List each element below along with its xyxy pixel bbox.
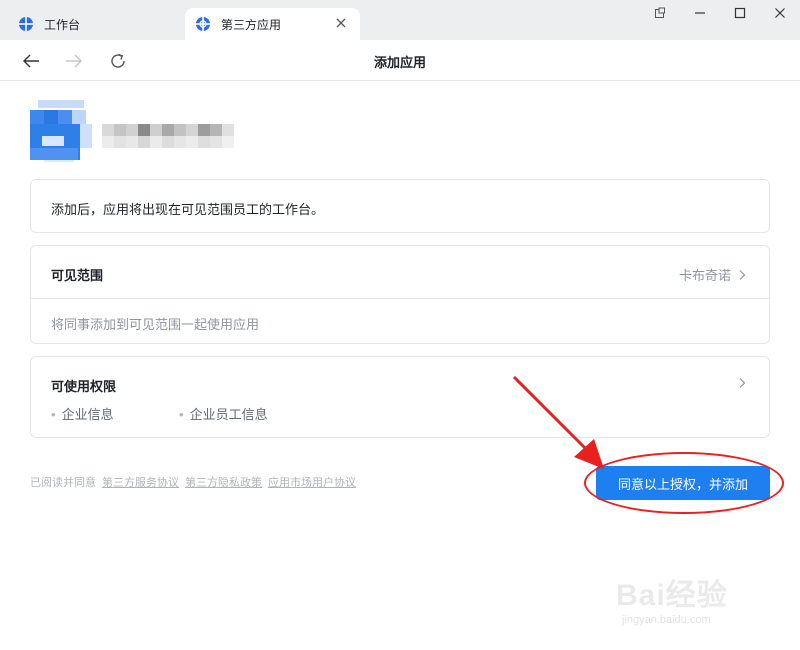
visible-scope-row[interactable]: 可见范围 卡布奇诺 [31, 246, 769, 299]
third-party-service-link[interactable]: 第三方服务协议 [102, 474, 179, 490]
chevron-right-icon [739, 269, 746, 280]
window-controls [640, 0, 800, 26]
permission-item: • 企业信息 [51, 407, 114, 422]
watermark: Bai经验 jingyan.baidu.com [612, 560, 762, 632]
app-logo [30, 100, 92, 162]
watermark-url: jingyan.baidu.com [622, 614, 711, 626]
market-user-agreement-link[interactable]: 应用市场用户协议 [268, 474, 356, 490]
tab-label: 工作台 [44, 17, 81, 32]
close-icon [775, 8, 785, 18]
nav-bar: 添加应用 [0, 40, 800, 81]
minimize-icon [695, 12, 705, 14]
pin-icon [655, 7, 665, 18]
app-name-redacted [102, 124, 234, 148]
tab-label: 第三方应用 [221, 17, 282, 32]
pin-window-button[interactable] [640, 0, 680, 26]
crosshair-icon [19, 17, 33, 31]
visible-scope-title: 可见范围 [51, 268, 104, 283]
close-window-button[interactable] [760, 0, 800, 26]
tab-third-party-apps[interactable]: 第三方应用 [185, 8, 360, 40]
agree-and-add-button[interactable]: 同意以上授权，并添加 [596, 466, 770, 500]
app-icon [30, 100, 92, 162]
minimize-button[interactable] [680, 0, 720, 26]
agreement-line: 已阅读并同意 第三方服务协议 第三方隐私政策 应用市场用户协议 [30, 474, 356, 490]
tab-bar: 工作台 第三方应用 [0, 0, 800, 40]
close-icon[interactable] [334, 16, 348, 30]
bullet-icon: • [179, 407, 184, 422]
agreement-prefix: 已阅读并同意 [30, 477, 96, 489]
scope-value-text: 卡布奇诺 [678, 268, 731, 283]
notice-card: 添加后，应用将出现在可见范围员工的工作台。 [30, 179, 770, 233]
maximize-button[interactable] [720, 0, 760, 26]
permission-item: • 企业员工信息 [179, 407, 268, 422]
bullet-icon: • [51, 407, 56, 422]
permissions-title: 可使用权限 [51, 379, 117, 394]
notice-text: 添加后，应用将出现在可见范围员工的工作台。 [51, 202, 325, 217]
page-title: 添加应用 [373, 55, 426, 70]
chevron-right-icon[interactable] [737, 377, 747, 389]
permissions-card[interactable]: 可使用权限 • 企业信息 • 企业员工信息 [30, 356, 770, 438]
third-party-privacy-link[interactable]: 第三方隐私政策 [185, 474, 262, 490]
crosshair-icon [196, 17, 210, 31]
tab-workbench[interactable]: 工作台 [0, 8, 184, 40]
visible-scope-value[interactable]: 卡布奇诺 [679, 265, 747, 284]
visible-scope-card: 可见范围 卡布奇诺 将同事添加到可见范围一起使用应用 [30, 245, 770, 344]
visible-scope-hint: 将同事添加到可见范围一起使用应用 [51, 317, 260, 332]
maximize-icon [734, 7, 746, 19]
watermark-brand: Bai经验 [616, 579, 728, 612]
